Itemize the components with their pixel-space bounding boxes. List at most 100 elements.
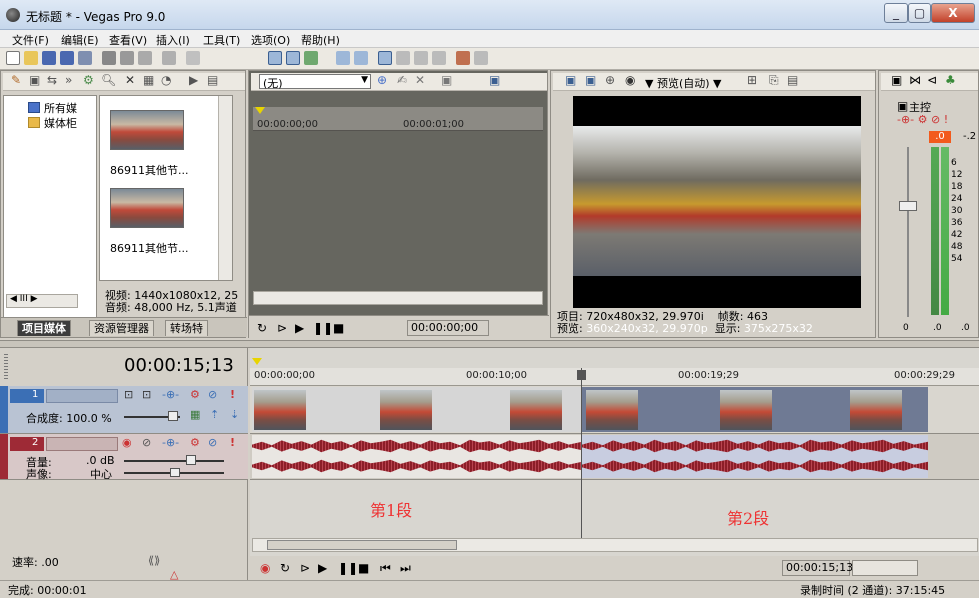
- master-fader[interactable]: [899, 201, 917, 211]
- preview-properties-icon[interactable]: ▣: [565, 73, 576, 87]
- loop-icon[interactable]: ↻: [257, 321, 267, 335]
- pause-icon[interactable]: ❚❚: [313, 321, 333, 335]
- audio-mute-icon[interactable]: ⚙: [190, 436, 200, 449]
- mixer-dim-icon[interactable]: ⊲: [927, 73, 937, 87]
- play-icon[interactable]: ▶: [318, 561, 327, 575]
- parent-motion-icon[interactable]: ⊡: [142, 388, 151, 401]
- compositing-parent-icon[interactable]: ⇡: [210, 408, 219, 421]
- lock-envelopes-icon[interactable]: [304, 51, 318, 65]
- clear-icon[interactable]: ✕: [415, 73, 425, 87]
- menu-options[interactable]: 选项(O): [251, 32, 290, 48]
- solo-icon[interactable]: ⊘: [208, 388, 217, 401]
- trimmer-ruler[interactable]: 00:00:00;00 00:00:01;00: [253, 107, 543, 131]
- opacity-slider-thumb[interactable]: [168, 411, 178, 421]
- preview-fx-icon[interactable]: ⊕: [605, 73, 615, 87]
- new-icon[interactable]: [6, 51, 20, 65]
- video-track-header[interactable]: 1 ⊡ ⊡ -⊕- ⚙ ⊘ ! 合成度: 100.0 % ▦ ⇡ ⇣: [0, 386, 248, 434]
- minimize-button[interactable]: _: [884, 3, 908, 23]
- video-clip-2[interactable]: [582, 387, 928, 432]
- audio-solo-icon[interactable]: ⊘: [208, 436, 217, 449]
- split-screen-icon[interactable]: ◉: [625, 73, 635, 87]
- save-as-icon[interactable]: [60, 51, 74, 65]
- record-icon[interactable]: ◉: [260, 561, 270, 575]
- compositing-child-icon[interactable]: ⇣: [230, 408, 239, 421]
- timeline-position-field[interactable]: 00:00:15;13: [782, 560, 853, 576]
- properties-icon[interactable]: [456, 51, 470, 65]
- track-fx-icon[interactable]: -⊕-: [162, 388, 179, 401]
- rate-slider-icon[interactable]: ⟪⟫: [148, 554, 160, 567]
- tree-item-media-bin[interactable]: 媒体柜: [44, 115, 77, 131]
- timeline-hscroll[interactable]: [252, 538, 978, 552]
- capture-icon[interactable]: ▣: [29, 73, 40, 87]
- go-to-end-icon[interactable]: ⏭: [400, 561, 411, 575]
- audio-track-lane[interactable]: [250, 434, 979, 480]
- audio-fx-icon[interactable]: -⊕-: [162, 436, 179, 449]
- panel-menu-icon[interactable]: ▤: [207, 73, 218, 87]
- preview-quality-dropdown[interactable]: ▼ 预览(自动) ▼: [645, 75, 722, 90]
- video-clip-1[interactable]: [252, 387, 582, 432]
- timeline-ruler[interactable]: 00:00:00;00 00:00:10;00 00:00:19;29 00:0…: [250, 368, 979, 386]
- volume-slider-track[interactable]: [124, 460, 224, 462]
- paint-icon[interactable]: ✍: [397, 73, 407, 87]
- play-from-start-icon[interactable]: ⊳: [300, 561, 310, 575]
- trimmer-hscroll[interactable]: [253, 291, 543, 305]
- play-icon[interactable]: ▶: [295, 321, 304, 335]
- envelope-tool-icon[interactable]: [396, 51, 410, 65]
- stop-icon[interactable]: ■: [358, 561, 369, 575]
- auto-ripple-icon[interactable]: [286, 51, 300, 65]
- selection-length-field[interactable]: [852, 560, 918, 576]
- pause-icon[interactable]: ❚❚: [338, 561, 358, 575]
- zoom-tool-icon[interactable]: [432, 51, 446, 65]
- mute-icon[interactable]: ⚙: [190, 388, 200, 401]
- media-thumbnail[interactable]: [110, 188, 184, 228]
- snap-icon[interactable]: [268, 51, 282, 65]
- open-icon[interactable]: [24, 51, 38, 65]
- panel-splitter[interactable]: [0, 340, 979, 348]
- volume-slider-thumb[interactable]: [186, 455, 196, 465]
- get-media-icon[interactable]: ⇆: [47, 73, 57, 87]
- trimmer-timecode[interactable]: 00:00:00;00: [407, 320, 489, 336]
- paste-icon[interactable]: [138, 51, 152, 65]
- mixer-downmix-icon[interactable]: ⋈: [909, 73, 921, 87]
- grouping-icon[interactable]: [354, 51, 368, 65]
- loop-playback-icon[interactable]: ↻: [280, 561, 290, 575]
- video-track-name-field[interactable]: [46, 389, 118, 403]
- mixer-fx-chain-icon[interactable]: -⊕- ⚙ ⊘ !: [897, 113, 948, 126]
- save-snapshot-icon[interactable]: ▤: [787, 73, 798, 87]
- play-from-start-icon[interactable]: ⊳: [277, 321, 287, 335]
- compositing-icon[interactable]: ▦: [190, 408, 200, 421]
- views-icon[interactable]: ▦: [143, 73, 154, 87]
- cursor-head-icon[interactable]: [577, 370, 586, 380]
- properties-small-icon[interactable]: ◔: [161, 73, 171, 87]
- crossfade-icon[interactable]: [336, 51, 350, 65]
- menu-insert[interactable]: 插入(I): [156, 32, 190, 48]
- menu-help[interactable]: 帮助(H): [301, 32, 340, 48]
- tab-project-media[interactable]: 项目媒体: [17, 320, 71, 336]
- mixer-properties-icon[interactable]: ▣: [891, 73, 902, 87]
- invert-phase-icon[interactable]: ⊘: [142, 436, 151, 449]
- arm-record-icon[interactable]: ◉: [122, 436, 132, 449]
- overlays-icon[interactable]: ⊞: [747, 73, 757, 87]
- track-motion-icon[interactable]: ⊡: [124, 388, 133, 401]
- add-to-timeline-icon[interactable]: ⊕: [377, 73, 387, 87]
- remove-media-icon[interactable]: »: [65, 73, 72, 87]
- play-preview-icon[interactable]: ▶: [189, 73, 198, 87]
- media-fx-icon[interactable]: ⚙: [83, 73, 94, 87]
- import-media-icon[interactable]: ✎: [11, 73, 21, 87]
- scroll-left-icon[interactable]: ◀ III ▶: [10, 294, 38, 304]
- external-monitor-icon[interactable]: ▣: [585, 73, 596, 87]
- grip-handle[interactable]: [4, 354, 8, 380]
- timeline-cursor[interactable]: [581, 368, 582, 546]
- media-thumbnail[interactable]: [110, 110, 184, 150]
- copy-snapshot-icon[interactable]: ⎘: [769, 73, 779, 87]
- peak-indicator[interactable]: .0: [929, 131, 951, 143]
- menu-tools[interactable]: 工具(T): [203, 32, 240, 48]
- display-icon[interactable]: ▣: [489, 73, 500, 87]
- trimmer-dropdown[interactable]: (无) ▼: [259, 74, 371, 90]
- menu-edit[interactable]: 编辑(E): [61, 32, 99, 48]
- menu-file[interactable]: 文件(F): [12, 32, 49, 48]
- whats-this-icon[interactable]: [474, 51, 488, 65]
- search-icon[interactable]: 🔍︎: [101, 73, 116, 87]
- audio-track-header[interactable]: 2 ◉ ⊘ -⊕- ⚙ ⊘ ! 音量: .0 dB 声像: 中心: [0, 434, 248, 481]
- cursor-time-display[interactable]: 00:00:15;13: [124, 355, 234, 376]
